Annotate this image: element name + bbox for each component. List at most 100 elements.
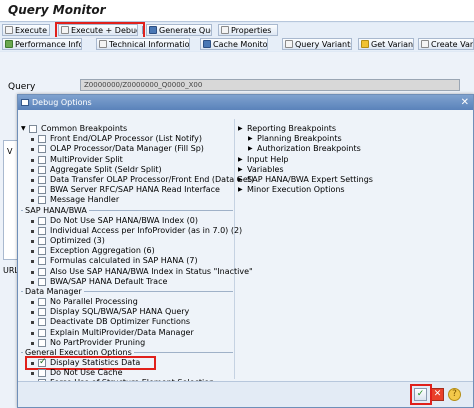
tree-bullet-icon xyxy=(31,148,34,152)
create-variant-label: Create Varia xyxy=(431,39,474,49)
execute-button-label: Execute xyxy=(15,25,47,35)
option-checkbox[interactable] xyxy=(38,277,46,286)
option-checkbox[interactable] xyxy=(38,338,46,347)
query-field[interactable]: Z0000000/Z0000000_Q0000_X00 xyxy=(80,79,460,91)
toolbar-separator xyxy=(142,26,143,34)
secondary-toolbar: Performance Info Technical Information C… xyxy=(0,37,474,51)
cache-monitor-button[interactable]: Cache Monitor xyxy=(200,38,268,50)
tree-bullet-icon xyxy=(31,199,34,203)
option-checkbox[interactable] xyxy=(38,226,46,235)
execute-debug-button[interactable]: Execute + Debug xyxy=(58,24,138,36)
expand-arrow-icon[interactable]: ▶ xyxy=(238,175,244,185)
option-checkbox[interactable] xyxy=(38,237,46,245)
tree-node-label: Input Help xyxy=(247,154,289,164)
option-checkbox[interactable] xyxy=(38,308,46,317)
tree-bullet-icon xyxy=(31,372,34,376)
dialog-title: Debug Options xyxy=(32,98,92,107)
option-label: Aggregate Split (Seldr Split) xyxy=(50,164,162,174)
tree-bullet-icon xyxy=(31,168,34,172)
option-checkbox[interactable] xyxy=(38,357,47,367)
generate-query-button-label: Generate Query xyxy=(159,25,211,35)
expand-arrow-icon[interactable]: ▶ xyxy=(238,185,244,195)
option-label: Deactivate DB Optimizer Functions xyxy=(50,317,191,327)
option-label: Display Statistics Data xyxy=(50,358,141,367)
expand-arrow-icon[interactable]: ▶ xyxy=(238,155,244,165)
option-label: Exception Aggregation (6) xyxy=(50,246,155,256)
tree-bullet-icon xyxy=(31,341,34,345)
generate-query-button[interactable]: Generate Query xyxy=(146,24,212,36)
cancel-button[interactable]: ✕ xyxy=(431,388,444,401)
dialog-window-icon xyxy=(21,99,29,106)
option-label: Optimized (3) xyxy=(50,236,105,245)
section-title: Data Manager xyxy=(23,287,84,297)
properties-button[interactable]: Properties xyxy=(218,24,278,36)
tree-bullet-icon xyxy=(31,158,34,162)
dialog-footer: ✓ ✕ ? xyxy=(18,381,473,407)
debug-options-dialog: Debug Options ✕ ▼ Common Breakpoints Front… xyxy=(17,94,474,408)
option-label: MultiProvider Split xyxy=(50,154,123,164)
section-title: Common Breakpoints xyxy=(41,124,128,133)
ok-button[interactable]: ✓ xyxy=(414,388,427,401)
performance-info-label: Performance Info xyxy=(15,39,82,49)
tree-node-label: Minor Execution Options xyxy=(247,185,345,195)
create-variant-icon xyxy=(421,40,429,48)
section-frame: General Execution Options xyxy=(21,348,233,358)
get-variant-icon xyxy=(361,40,369,48)
option-label: BWA Server RFC/SAP HANA Read Interface xyxy=(50,185,220,195)
generate-icon xyxy=(149,26,157,34)
tree-bullet-icon xyxy=(31,240,34,243)
execute-button[interactable]: Execute xyxy=(2,24,50,36)
expand-arrow-icon[interactable]: ▶ xyxy=(248,134,254,144)
create-variant-button[interactable]: Create Varia xyxy=(418,38,474,50)
tree-bullet-icon xyxy=(31,229,34,233)
option-checkbox[interactable] xyxy=(38,155,46,164)
option-checkbox[interactable] xyxy=(38,247,46,256)
section-title: SAP HANA/BWA xyxy=(23,205,89,216)
tree-bullet-icon xyxy=(31,189,34,193)
performance-info-button[interactable]: Performance Info xyxy=(2,38,82,50)
expand-arrow-icon[interactable]: ▼ xyxy=(21,124,27,134)
expand-arrow-icon[interactable]: ▶ xyxy=(238,165,244,175)
help-button[interactable]: ? xyxy=(448,388,461,401)
section-checkbox[interactable] xyxy=(29,125,37,133)
get-variant-button[interactable]: Get Variant xyxy=(358,38,414,50)
technical-info-icon xyxy=(99,40,107,48)
technical-information-label: Technical Information xyxy=(109,39,190,49)
option-checkbox[interactable] xyxy=(38,216,46,225)
tree-node-label: Reporting Breakpoints xyxy=(247,124,337,133)
option-checkbox[interactable] xyxy=(38,267,46,276)
option-label: Do Not Use SAP HANA/BWA Index (0) xyxy=(50,215,198,225)
technical-information-button[interactable]: Technical Information xyxy=(96,38,190,50)
option-checkbox[interactable] xyxy=(38,135,46,144)
option-label: Formulas calculated in SAP HANA (7) xyxy=(50,256,198,266)
option-label: Display SQL/BWA/SAP HANA Query xyxy=(50,307,190,317)
option-checkbox[interactable] xyxy=(38,196,46,205)
option-checkbox[interactable] xyxy=(38,165,46,174)
execute-debug-icon xyxy=(61,26,69,34)
option-checkbox[interactable] xyxy=(38,186,46,195)
option-checkbox[interactable] xyxy=(38,369,46,378)
properties-icon xyxy=(221,26,229,34)
tree-bullet-icon xyxy=(31,179,34,182)
execute-debug-button-label: Execute + Debug xyxy=(71,25,138,35)
expand-arrow-icon[interactable]: ▶ xyxy=(248,144,254,154)
option-checkbox[interactable] xyxy=(38,257,46,266)
tree-bullet-icon xyxy=(31,321,34,325)
expand-arrow-icon[interactable]: ▶ xyxy=(238,124,244,134)
tree-bullet-icon xyxy=(31,219,34,223)
tree-bullet-icon xyxy=(31,331,34,335)
option-checkbox[interactable] xyxy=(38,318,46,327)
window-titlebar: Query Monitor xyxy=(0,0,474,22)
option-checkbox[interactable] xyxy=(38,145,46,154)
option-checkbox[interactable] xyxy=(38,298,46,306)
tree-bullet-icon xyxy=(31,280,34,284)
option-label: Do Not Use Cache xyxy=(50,368,123,378)
close-icon[interactable]: ✕ xyxy=(461,95,469,110)
option-checkbox[interactable] xyxy=(38,176,46,184)
execute-icon xyxy=(5,26,13,34)
option-label: No Parallel Processing xyxy=(50,297,138,306)
tree-child-label: Planning Breakpoints xyxy=(257,134,342,144)
dialog-titlebar: Debug Options ✕ xyxy=(18,95,473,110)
query-variants-button[interactable]: Query Variants xyxy=(282,38,352,50)
option-checkbox[interactable] xyxy=(38,328,46,337)
